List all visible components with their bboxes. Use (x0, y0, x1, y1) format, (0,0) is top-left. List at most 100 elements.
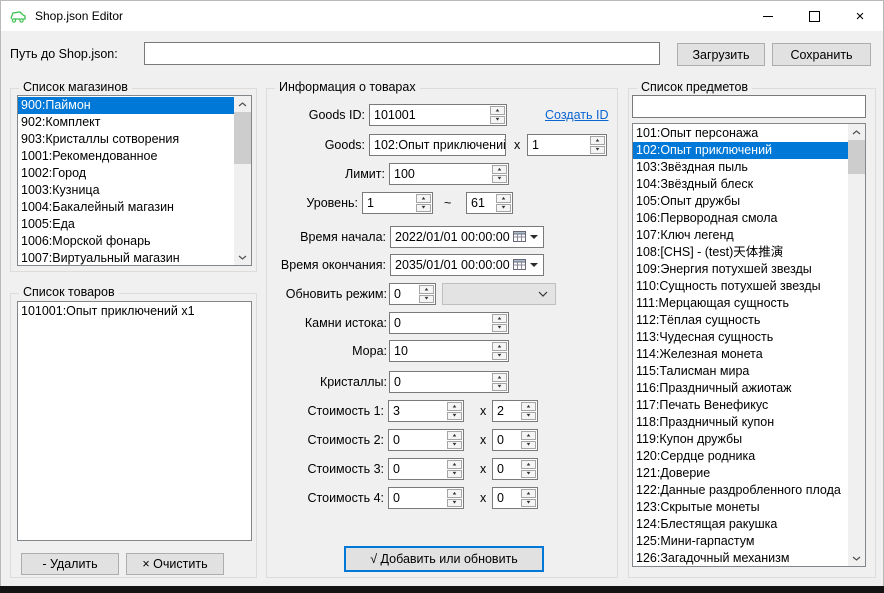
scroll-up-button[interactable] (234, 96, 251, 112)
cost2-value[interactable]: 0 (389, 430, 446, 450)
list-item[interactable]: 103:Звёздная пыль (633, 159, 848, 176)
list-item[interactable]: 120:Сердце родника (633, 448, 848, 465)
maximize-button[interactable] (791, 1, 837, 31)
items-search-input[interactable] (632, 95, 866, 118)
spin-down-button[interactable]: ▼ (521, 499, 536, 508)
shops-list-scrollbar[interactable] (234, 96, 251, 265)
spin-down-button[interactable]: ▼ (447, 412, 462, 421)
list-item[interactable]: 1004:Бакалейный магазин (18, 199, 234, 216)
list-item[interactable]: 109:Энергия потухшей звезды (633, 261, 848, 278)
goods-id-spinner[interactable]: 101001 ▲▼ (369, 104, 507, 126)
create-id-link[interactable]: Создать ID (545, 108, 608, 122)
chevron-down-icon[interactable] (530, 235, 538, 239)
list-item[interactable]: 119:Купон дружбы (633, 431, 848, 448)
scrollbar-track[interactable] (848, 140, 865, 550)
begin-time-picker[interactable]: 2022/01/01 00:00:00 (390, 226, 544, 248)
cost4-count[interactable]: 0 (493, 488, 520, 508)
cost3-count-spinner[interactable]: 0 ▲▼ (492, 458, 538, 480)
scroll-down-button[interactable] (848, 550, 865, 566)
refresh-mode-value[interactable]: 0 (390, 284, 418, 304)
clear-button[interactable]: × Очистить (126, 553, 224, 575)
list-item[interactable]: 107:Ключ легенд (633, 227, 848, 244)
goods-list[interactable]: 101001:Опыт приключений x1 (17, 301, 252, 541)
cost1-value[interactable]: 3 (389, 401, 446, 421)
end-time-value[interactable]: 2035/01/01 00:00:00 (391, 255, 513, 275)
level-min-value[interactable]: 1 (363, 193, 415, 213)
spin-up-button[interactable]: ▲ (521, 489, 536, 498)
cost3-count[interactable]: 0 (493, 459, 520, 479)
list-item[interactable]: 114:Железная монета (633, 346, 848, 363)
spin-up-button[interactable]: ▲ (496, 194, 511, 203)
spin-down-button[interactable]: ▼ (492, 352, 507, 361)
spin-up-button[interactable]: ▲ (490, 106, 505, 115)
items-list-scrollbar[interactable] (848, 124, 865, 566)
refresh-mode-combobox[interactable] (442, 283, 556, 305)
list-item[interactable]: 1001:Рекомендованное (18, 148, 234, 165)
cost1-count[interactable]: 2 (493, 401, 520, 421)
primogems-spinner[interactable]: 0 ▲▼ (389, 312, 509, 334)
spin-up-button[interactable]: ▲ (590, 136, 605, 145)
spin-down-button[interactable]: ▼ (492, 175, 507, 184)
begin-time-value[interactable]: 2022/01/01 00:00:00 (391, 227, 513, 247)
chevron-down-icon[interactable] (530, 263, 538, 267)
list-item[interactable]: 123:Скрытые монеты (633, 499, 848, 516)
spin-down-button[interactable]: ▼ (521, 470, 536, 479)
spin-down-button[interactable]: ▼ (416, 204, 431, 213)
spin-down-button[interactable]: ▼ (590, 146, 605, 155)
spin-down-button[interactable]: ▼ (492, 324, 507, 333)
list-item[interactable]: 105:Опыт дружбы (633, 193, 848, 210)
spin-down-button[interactable]: ▼ (490, 116, 505, 125)
spin-down-button[interactable]: ▼ (447, 470, 462, 479)
list-item[interactable]: 108:[CHS] - (test)天体推演 (633, 244, 848, 261)
level-max-value[interactable]: 61 (467, 193, 495, 213)
list-item[interactable]: 121:Доверие (633, 465, 848, 482)
list-item[interactable]: 106:Первородная смола (633, 210, 848, 227)
refresh-mode-spinner[interactable]: 0 ▲▼ (389, 283, 436, 305)
close-button[interactable]: × (837, 1, 883, 31)
cost2-count-spinner[interactable]: 0 ▲▼ (492, 429, 538, 451)
spin-up-button[interactable]: ▲ (521, 460, 536, 469)
minimize-button[interactable] (745, 1, 791, 31)
crystals-value[interactable]: 0 (390, 372, 491, 392)
items-list[interactable]: 101:Опыт персонажа102:Опыт приключений10… (632, 123, 866, 567)
list-item[interactable]: 122:Данные раздробленного плода (633, 482, 848, 499)
list-item[interactable]: 101001:Опыт приключений x1 (18, 303, 251, 320)
shops-list[interactable]: 900:Паймон902:Комплект903:Кристаллы сотв… (17, 95, 252, 266)
spin-up-button[interactable]: ▲ (447, 402, 462, 411)
list-item[interactable]: 113:Чудесная сущность (633, 329, 848, 346)
list-item[interactable]: 118:Праздничный купон (633, 414, 848, 431)
cost4-value-spinner[interactable]: 0 ▲▼ (388, 487, 464, 509)
list-item[interactable]: 102:Опыт приключений (633, 142, 848, 159)
goods-count-value[interactable]: 1 (528, 135, 589, 155)
spin-up-button[interactable]: ▲ (419, 285, 434, 294)
spin-down-button[interactable]: ▼ (447, 499, 462, 508)
mora-value[interactable]: 10 (390, 341, 491, 361)
list-item[interactable]: 902:Комплект (18, 114, 234, 131)
list-item[interactable]: 104:Звёздный блеск (633, 176, 848, 193)
load-button[interactable]: Загрузить (677, 43, 765, 66)
list-item[interactable]: 124:Блестящая ракушка (633, 516, 848, 533)
spin-down-button[interactable]: ▼ (447, 441, 462, 450)
cost1-value-spinner[interactable]: 3 ▲▼ (388, 400, 464, 422)
list-item[interactable]: 1007:Виртуальный магазин (18, 250, 234, 265)
scrollbar-track[interactable] (234, 112, 251, 249)
list-item[interactable]: 110:Сущность потухшей звезды (633, 278, 848, 295)
limit-spinner[interactable]: 100 ▲▼ (389, 163, 509, 185)
goods-input[interactable]: 102:Опыт приключений (369, 134, 506, 156)
cost1-count-spinner[interactable]: 2 ▲▼ (492, 400, 538, 422)
end-time-picker[interactable]: 2035/01/01 00:00:00 (390, 254, 544, 276)
list-item[interactable]: 111:Мерцающая сущность (633, 295, 848, 312)
list-item[interactable]: 900:Паймон (18, 97, 234, 114)
goods-value[interactable]: 102:Опыт приключений (370, 135, 505, 155)
spin-down-button[interactable]: ▼ (419, 295, 434, 304)
limit-value[interactable]: 100 (390, 164, 491, 184)
list-item[interactable]: 101:Опыт персонажа (633, 125, 848, 142)
spin-up-button[interactable]: ▲ (521, 402, 536, 411)
spin-up-button[interactable]: ▲ (492, 342, 507, 351)
spin-down-button[interactable]: ▼ (521, 412, 536, 421)
list-item[interactable]: 117:Печать Венефикус (633, 397, 848, 414)
save-button[interactable]: Сохранить (772, 43, 871, 66)
spin-down-button[interactable]: ▼ (496, 204, 511, 213)
list-item[interactable]: 112:Тёплая сущность (633, 312, 848, 329)
goods-id-value[interactable]: 101001 (370, 105, 489, 125)
